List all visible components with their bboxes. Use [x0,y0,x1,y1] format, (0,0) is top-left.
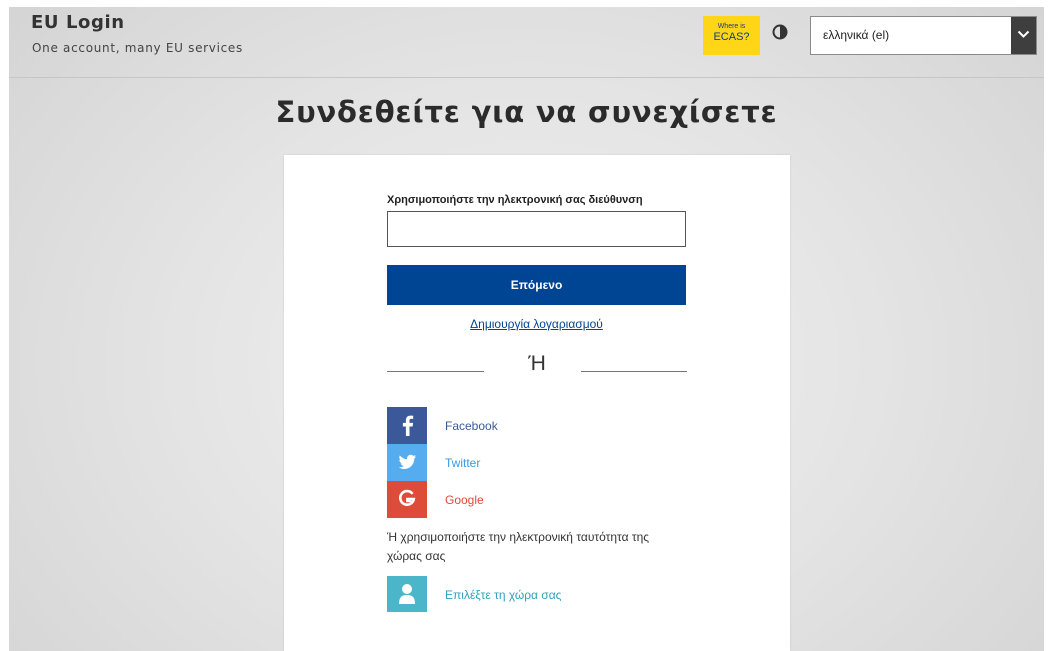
twitter-label: Twitter [445,456,481,470]
app-subtitle: One account, many EU services [32,41,243,55]
where-is-ecas-button[interactable]: Where is ECAS? [703,16,760,55]
next-button[interactable]: Επόμενο [387,265,686,305]
facebook-login-button[interactable]: Facebook [387,407,687,444]
language-dropdown-button[interactable] [1011,17,1036,54]
header-bar: EU Login One account, many EU services W… [9,7,1044,78]
twitter-login-button[interactable]: Twitter [387,444,687,481]
google-icon [387,481,427,518]
google-login-button[interactable]: Google [387,481,687,518]
eid-description: Ή χρησιμοποιήστε την ηλεκτρονική ταυτότη… [387,530,650,563]
ecas-line2: ECAS? [713,31,750,43]
ecas-line1: Where is [717,23,746,30]
facebook-icon [387,407,427,444]
create-account-link[interactable]: Δημιουργία λογαριασμού [387,317,686,331]
user-icon [387,576,427,612]
choose-country-label: Επιλέξτε τη χώρα σας [445,588,562,602]
contrast-toggle-icon[interactable] [772,24,788,40]
page-background: EU Login One account, many EU services W… [9,7,1044,651]
google-label: Google [445,493,484,507]
chevron-down-icon [1017,30,1030,38]
divider-line-right [581,371,687,372]
app-title: EU Login [31,12,125,33]
or-separator: Ή [528,352,546,375]
email-input[interactable] [387,211,686,247]
divider-line-left [387,371,484,372]
twitter-icon [387,444,427,481]
language-select[interactable]: ελληνικά (el) [810,16,1037,55]
email-label: Χρησιμοποιήστε την ηλεκτρονική σας διεύθ… [387,194,643,206]
language-selected-value: ελληνικά (el) [823,28,890,42]
page-title: Συνδεθείτε για να συνεχίσετε [275,95,778,129]
choose-country-button[interactable]: Επιλέξτε τη χώρα σας [387,576,687,612]
login-card: Χρησιμοποιήστε την ηλεκτρονική σας διεύθ… [284,155,790,651]
facebook-label: Facebook [445,419,498,433]
